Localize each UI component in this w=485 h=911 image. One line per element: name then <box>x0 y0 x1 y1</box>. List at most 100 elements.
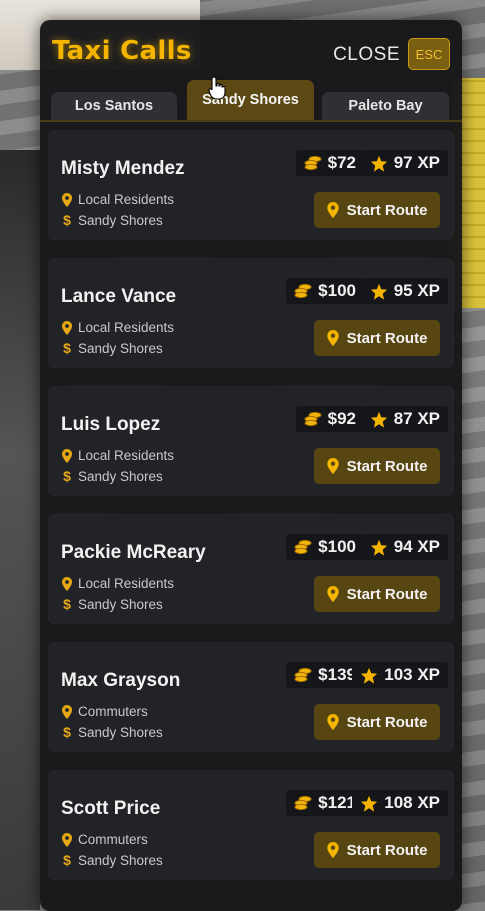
map-pin-icon <box>62 192 72 207</box>
start-route-button[interactable]: Start Route <box>314 192 440 228</box>
call-card: Packie McReary $100 94 XP Local Resident… <box>48 514 454 624</box>
coins-icon <box>294 667 312 683</box>
map-pin-icon <box>326 586 339 602</box>
map-pin-icon <box>62 832 72 847</box>
pay-badge: $100 <box>286 278 364 304</box>
passenger-group: Local Residents <box>78 448 175 463</box>
tab-sandy-shores[interactable]: Sandy Shores <box>187 80 314 120</box>
close-button[interactable]: CLOSE <box>333 44 400 66</box>
start-route-label: Start Route <box>346 841 428 859</box>
pay-badge: $72 <box>295 150 364 176</box>
caller-name: Misty Mendez <box>61 158 185 179</box>
start-route-button[interactable]: Start Route <box>314 576 440 612</box>
location-row: $ Sandy Shores <box>62 724 163 740</box>
star-icon <box>370 411 387 428</box>
xp-badge: 103 XP <box>352 662 448 688</box>
xp-amount: 95 XP <box>393 281 440 300</box>
start-route-label: Start Route <box>346 329 428 347</box>
pay-badge: $92 <box>295 406 364 432</box>
xp-amount: 87 XP <box>393 409 440 428</box>
taxi-calls-panel: Taxi Calls CLOSE ESC Los Santos Sandy Sh… <box>40 20 462 911</box>
dollar-icon: $ <box>63 852 71 868</box>
destination: Sandy Shores <box>78 212 163 228</box>
map-pin-icon <box>62 576 72 591</box>
location-row: $ Sandy Shores <box>62 212 163 228</box>
group-row: Local Residents <box>62 576 174 591</box>
page-title: Taxi Calls <box>52 36 192 66</box>
start-route-button[interactable]: Start Route <box>314 832 440 868</box>
caller-name: Packie McReary <box>61 542 206 563</box>
map-pin-icon <box>62 320 72 335</box>
call-card: Lance Vance $100 95 XP Local Residents $ <box>48 258 454 368</box>
star-icon <box>370 539 387 556</box>
xp-badge: 108 XP <box>352 790 448 816</box>
location-row: $ Sandy Shores <box>62 596 163 612</box>
coins-icon <box>294 539 312 555</box>
passenger-group: Local Residents <box>78 192 175 207</box>
dollar-icon: $ <box>63 340 71 356</box>
location-row: $ Sandy Shores <box>62 852 163 868</box>
group-row: Commuters <box>62 704 148 719</box>
region-tabs: Los Santos Sandy Shores Paleto Bay <box>40 80 462 122</box>
pay-amount: $100 <box>318 537 356 556</box>
background-shadow <box>0 150 40 910</box>
coins-icon <box>304 411 322 427</box>
star-icon <box>361 795 378 812</box>
map-pin-icon <box>326 330 339 346</box>
pay-amount: $72 <box>327 153 356 172</box>
esc-key-hint[interactable]: ESC <box>408 38 450 70</box>
group-row: Local Residents <box>62 448 174 463</box>
map-pin-icon <box>326 842 339 858</box>
pay-amount: $92 <box>327 409 356 428</box>
caller-name: Max Grayson <box>61 670 181 691</box>
xp-badge: 95 XP <box>361 278 448 304</box>
dollar-icon: $ <box>63 724 71 740</box>
xp-amount: 108 XP <box>384 793 440 812</box>
destination: Sandy Shores <box>78 340 163 356</box>
group-row: Commuters <box>62 832 148 847</box>
start-route-label: Start Route <box>346 457 428 475</box>
passenger-group: Local Residents <box>78 320 175 335</box>
location-row: $ Sandy Shores <box>62 340 163 356</box>
hand-cursor-icon <box>208 76 226 100</box>
xp-amount: 97 XP <box>393 153 440 172</box>
passenger-group: Commuters <box>78 832 148 847</box>
map-pin-icon <box>62 448 72 463</box>
star-icon <box>370 155 387 172</box>
start-route-label: Start Route <box>346 201 428 219</box>
xp-amount: 94 XP <box>393 537 440 556</box>
passenger-group: Commuters <box>78 704 148 719</box>
caller-name: Lance Vance <box>61 286 177 307</box>
dollar-icon: $ <box>63 468 71 484</box>
map-pin-icon <box>62 704 72 719</box>
panel-header: Taxi Calls CLOSE ESC <box>40 20 462 84</box>
tab-paleto-bay[interactable]: Paleto Bay <box>322 92 449 120</box>
location-row: $ Sandy Shores <box>62 468 163 484</box>
destination: Sandy Shores <box>78 596 163 612</box>
tab-los-santos[interactable]: Los Santos <box>51 92 177 120</box>
call-card: Max Grayson $139 103 XP Commuters $ Sand… <box>48 642 454 752</box>
xp-badge: 97 XP <box>361 150 448 176</box>
map-pin-icon <box>326 458 339 474</box>
pay-amount: $139 <box>318 665 356 684</box>
map-pin-icon <box>326 714 339 730</box>
call-card: Scott Price $121 108 XP Commuters $ Sand… <box>48 770 454 880</box>
start-route-button[interactable]: Start Route <box>314 704 440 740</box>
destination: Sandy Shores <box>78 852 163 868</box>
start-route-button[interactable]: Start Route <box>314 448 440 484</box>
map-pin-icon <box>326 202 339 218</box>
pay-amount: $121 <box>318 793 356 812</box>
start-route-label: Start Route <box>346 713 428 731</box>
start-route-button[interactable]: Start Route <box>314 320 440 356</box>
pay-amount: $100 <box>318 281 356 300</box>
start-route-label: Start Route <box>346 585 428 603</box>
coins-icon <box>294 283 312 299</box>
coins-icon <box>304 155 322 171</box>
pay-badge: $100 <box>286 534 364 560</box>
dollar-icon: $ <box>63 212 71 228</box>
xp-badge: 87 XP <box>361 406 448 432</box>
xp-amount: 103 XP <box>384 665 440 684</box>
destination: Sandy Shores <box>78 724 163 740</box>
caller-name: Scott Price <box>61 798 161 819</box>
call-card: Luis Lopez $92 87 XP Local Residents $ S… <box>48 386 454 496</box>
